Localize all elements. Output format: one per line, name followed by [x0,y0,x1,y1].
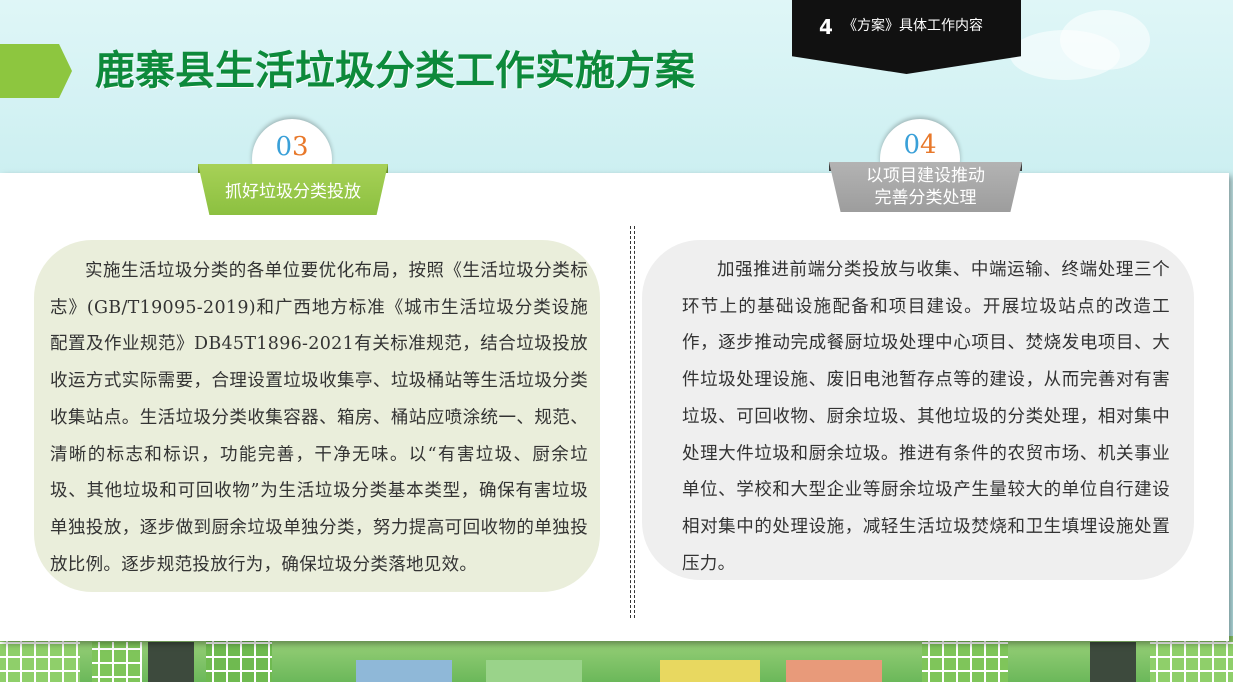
building [922,636,1008,682]
section-heading-line2: 完善分类处理 [874,188,977,208]
section-body-03: 实施生活垃圾分类的各单位要优化布局，按照《生活垃圾分类标志》(GB/T19095… [50,261,588,575]
section-number: 4 [819,15,833,39]
section-heading-line1: 以项目建设推动 [866,166,985,186]
cloud-decoration [1060,10,1150,70]
page-title: 鹿寨县生活垃圾分类工作实施方案 [95,48,695,94]
column-divider [630,226,631,618]
city-skyline [0,636,1233,682]
section-number-04: 04 [903,130,937,160]
building [92,642,142,682]
section-label: 《方案》具体工作内容 [843,18,983,34]
building [660,660,760,682]
building [1090,642,1136,682]
section-body-04: 加强推进前端分类投放与收集、中端运输、终端处理三个环节上的基础设施配备和项目建设… [682,260,1170,574]
building [1150,636,1233,682]
building [486,660,582,682]
title-arrow-icon [0,44,72,98]
building [206,636,272,682]
building [148,642,194,682]
section-heading-03: 抓好垃圾分类投放 [198,164,388,215]
column-divider [634,226,635,618]
building [786,660,882,682]
building [0,636,80,682]
section-heading-04: 以项目建设推动 完善分类处理 [829,162,1022,212]
building [356,660,452,682]
section-number-03: 03 [275,132,309,162]
section-heading-text: 抓好垃圾分类投放 [225,182,361,202]
